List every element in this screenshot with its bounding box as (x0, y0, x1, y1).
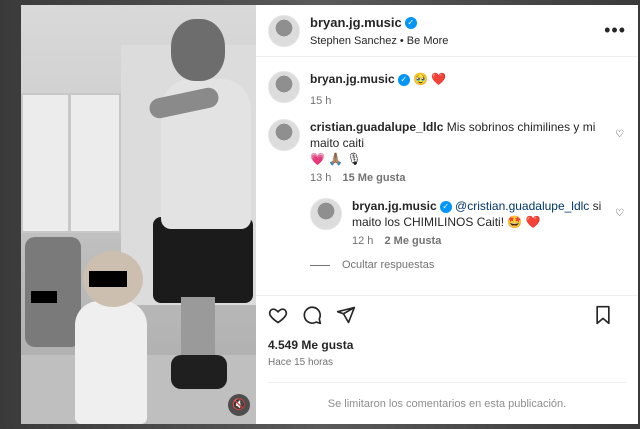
verified-badge-icon: ✓ (397, 73, 410, 86)
reply-time[interactable]: 12 h (352, 235, 373, 247)
reply-username[interactable]: bryan.jg.music (352, 199, 437, 213)
verified-badge-icon: ✓ (439, 200, 452, 213)
comment-emojis: 💗 🙏🏽 🎙 (310, 152, 362, 166)
action-icons (268, 304, 626, 330)
post-header: bryan.jg.music ✓ Stephen Sanchez • Be Mor… (256, 5, 638, 57)
comment-item: cristian.guadalupe_ldlc Mis sobrinos chi… (268, 119, 626, 186)
hide-replies-line (310, 264, 330, 266)
reply-emojis: 🤩 ❤️ (507, 215, 541, 229)
caption-body: bryan.jg.music ✓ 🥹 ❤️ 15 h (310, 71, 626, 109)
video-person-head (171, 19, 225, 81)
comment-likes[interactable]: 15 Me gusta (342, 172, 405, 184)
caption-emojis: 🥹 ❤️ (413, 72, 447, 86)
video-person-shoe (171, 355, 227, 389)
comments-limited-notice: Se limitaron los comentarios en esta pub… (268, 382, 626, 424)
like-heart-icon[interactable] (268, 305, 288, 330)
verified-badge-icon: ✓ (404, 16, 417, 29)
reply-mention[interactable]: @cristian.guadalupe_ldlc (455, 199, 589, 213)
caption-avatar[interactable] (268, 71, 300, 103)
comment-body: cristian.guadalupe_ldlc Mis sobrinos chi… (310, 119, 626, 186)
commenter-avatar[interactable] (268, 119, 300, 151)
post-actions: 4.549 Me gusta Hace 15 horas Se limitaro… (256, 295, 638, 424)
likes-count[interactable]: 4.549 Me gusta (268, 338, 626, 352)
post-modal: 🔇 bryan.jg.music ✓ Stephen Sanchez • Be M… (21, 5, 638, 424)
more-options-icon[interactable]: ••• (604, 20, 626, 41)
censor-bar (89, 271, 127, 287)
comment-time[interactable]: 13 h (310, 172, 331, 184)
censor-bar (31, 291, 57, 303)
reply-body: bryan.jg.music ✓ @cristian.guadalupe_ldlc… (352, 198, 626, 249)
comment-meta: 13 h 15 Me gusta (310, 170, 626, 186)
share-icon[interactable] (336, 305, 356, 330)
reply-avatar[interactable] (310, 198, 342, 230)
audio-track[interactable]: Stephen Sanchez • Be More (310, 35, 604, 47)
post-header-text: bryan.jg.music ✓ Stephen Sanchez • Be Mor… (310, 14, 604, 47)
comment-icon[interactable] (302, 305, 322, 330)
comment-username[interactable]: cristian.guadalupe_ldlc (310, 120, 443, 134)
hide-replies-label: Ocultar respuestas (342, 259, 435, 271)
caption-time[interactable]: 15 h (310, 95, 331, 107)
comment-like-icon[interactable]: ♡ (615, 129, 624, 140)
video-person-shorts (153, 217, 253, 303)
reply-likes[interactable]: 2 Me gusta (384, 235, 441, 247)
caption: bryan.jg.music ✓ 🥹 ❤️ 15 h (268, 71, 626, 109)
video-child-body (75, 301, 147, 424)
comments-section: bryan.jg.music ✓ 🥹 ❤️ 15 h cristian.guada… (256, 57, 638, 295)
reply-like-icon[interactable]: ♡ (615, 208, 624, 219)
hide-replies-button[interactable]: Ocultar respuestas (310, 259, 626, 271)
post-side-panel: bryan.jg.music ✓ Stephen Sanchez • Be Mor… (256, 5, 638, 424)
video-window (21, 93, 121, 233)
author-avatar[interactable] (268, 14, 300, 47)
save-bookmark-icon[interactable] (594, 305, 612, 330)
posted-time[interactable]: Hace 15 horas (268, 357, 626, 368)
reply-meta: 12 h 2 Me gusta (352, 233, 626, 249)
caption-meta: 15 h (310, 93, 626, 109)
reply-item: bryan.jg.music ✓ @cristian.guadalupe_ldlc… (310, 198, 626, 249)
mute-toggle-icon[interactable]: 🔇 (228, 394, 250, 416)
author-username[interactable]: bryan.jg.music (310, 15, 402, 30)
caption-username[interactable]: bryan.jg.music (310, 72, 395, 86)
post-video[interactable]: 🔇 (21, 5, 256, 424)
